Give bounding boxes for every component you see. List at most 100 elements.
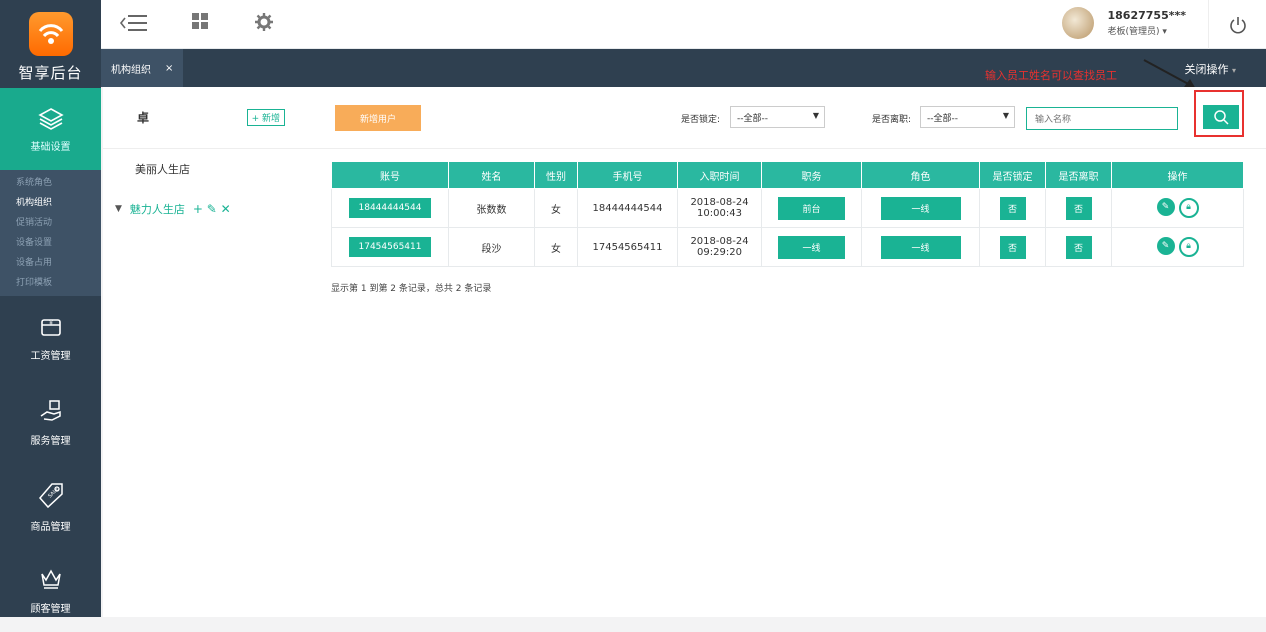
collapse-menu-icon[interactable] xyxy=(119,12,149,37)
new-user-button[interactable]: 新增用户 xyxy=(335,105,421,131)
org-tree-panel: 卓 + 新增 美丽人生店 ▼ 魅力人生店 + ✎ ✕ xyxy=(103,87,299,617)
menu-service-label: 服务管理 xyxy=(30,435,71,447)
job-button[interactable]: 一线 xyxy=(778,235,845,259)
tab-organization-label: 机构组织 xyxy=(111,64,151,76)
submenu-item-device-settings[interactable]: 设备设置 xyxy=(0,233,101,253)
lock-icon[interactable]: 🔒︎ xyxy=(1178,198,1199,218)
locked-filter-select[interactable]: --全部-- ▼ xyxy=(730,106,825,128)
col-account[interactable]: 账号 xyxy=(331,161,449,189)
menu-basic-settings-label: 基础设置 xyxy=(30,141,71,153)
submenu-item-print-templates[interactable]: 打印模板 xyxy=(0,273,101,293)
locked-filter-value: --全部-- xyxy=(737,114,768,124)
filter-toolbar: 新增用户 是否锁定: --全部-- ▼ 是否离职: --全部-- ▼ xyxy=(299,87,1266,149)
chevron-down-icon: ▼ xyxy=(1002,111,1009,120)
edit-icon[interactable]: ✎ xyxy=(1156,198,1175,216)
col-gender[interactable]: 性别 xyxy=(534,161,578,189)
left-filter-value: --全部-- xyxy=(927,114,958,124)
cell-name: 张数数 xyxy=(448,188,535,228)
col-job[interactable]: 职务 xyxy=(761,161,862,189)
pagination-summary: 显示第 1 到第 2 条记录，总共 2 条记录 xyxy=(331,284,492,294)
locked-button[interactable]: 否 xyxy=(999,196,1026,220)
sale-tag-icon: SALE xyxy=(38,482,63,508)
table-row: 17454565411 段沙 女 17454565411 2018-08-24 0… xyxy=(331,227,1244,267)
menu-customers[interactable]: 顾客管理 xyxy=(0,548,101,632)
close-tab-icon[interactable]: × xyxy=(165,63,173,74)
locked-button[interactable]: 否 xyxy=(999,235,1026,259)
cell-hire-date: 2018-08-24 09:29:20 xyxy=(677,227,762,267)
chevron-down-icon: ▾ xyxy=(1231,66,1236,75)
menu-products[interactable]: SALE 商品管理 xyxy=(0,464,101,548)
cell-gender: 女 xyxy=(534,227,578,267)
lock-icon[interactable]: 🔒︎ xyxy=(1178,237,1199,257)
col-role[interactable]: 角色 xyxy=(861,161,980,189)
edit-icon[interactable]: ✎ xyxy=(1156,237,1175,255)
locked-filter-label: 是否锁定: xyxy=(681,115,721,125)
col-actions: 操作 xyxy=(1111,161,1244,189)
cell-phone: 18444444544 xyxy=(577,188,678,228)
menu-products-label: 商品管理 xyxy=(30,521,71,533)
job-button[interactable]: 前台 xyxy=(778,196,845,220)
left-filter-select[interactable]: --全部-- ▼ xyxy=(920,106,1015,128)
table-header-row: 账号 姓名 性别 手机号 入职时间 职务 角色 是否锁定 是否离职 操作 xyxy=(331,161,1244,189)
submenu-item-promotions[interactable]: 促销活动 xyxy=(0,213,101,233)
col-phone[interactable]: 手机号 xyxy=(577,161,678,189)
hire-time: 09:29:20 xyxy=(697,247,742,258)
tab-organization[interactable]: 机构组织 × xyxy=(101,49,183,87)
caret-down-icon: ▼ xyxy=(115,204,122,214)
left-button[interactable]: 否 xyxy=(1065,235,1092,259)
top-bar: 18627755*** 老板(管理员) ▾ xyxy=(101,0,1266,49)
col-left[interactable]: 是否离职 xyxy=(1045,161,1112,189)
submenu-item-organization[interactable]: 机构组织 xyxy=(0,193,101,213)
tree-header: 卓 + 新增 xyxy=(103,87,299,149)
power-icon xyxy=(1229,16,1246,33)
user-menu[interactable]: 18627755*** 老板(管理员) ▾ xyxy=(1061,7,1186,39)
menu-customers-label: 顾客管理 xyxy=(30,603,71,615)
account-button[interactable]: 18444444544 xyxy=(349,198,431,218)
main-content: 新增用户 是否锁定: --全部-- ▼ 是否离职: --全部-- ▼ 账号 姓名 性… xyxy=(299,87,1266,617)
wallet-icon: ¥ xyxy=(40,318,61,336)
search-icon xyxy=(1214,110,1229,125)
avatar xyxy=(1061,7,1094,39)
hand-service-icon xyxy=(40,399,61,421)
grid-icon[interactable] xyxy=(191,12,209,33)
cell-name: 段沙 xyxy=(448,227,535,267)
col-locked[interactable]: 是否锁定 xyxy=(979,161,1046,189)
left-filter-label: 是否离职: xyxy=(872,115,912,125)
user-role: 老板(管理员) ▾ xyxy=(1107,27,1167,37)
employee-table: 账号 姓名 性别 手机号 入职时间 职务 角色 是否锁定 是否离职 操作 184… xyxy=(331,161,1244,267)
menu-salary-label: 工资管理 xyxy=(30,350,71,362)
gear-icon[interactable] xyxy=(254,12,274,35)
submenu-item-device-usage[interactable]: 设备占用 xyxy=(0,253,101,273)
hire-date: 2018-08-24 xyxy=(690,236,749,247)
role-button[interactable]: 一线 xyxy=(880,196,961,220)
menu-basic-settings[interactable]: 基础设置 xyxy=(0,88,101,170)
logo-text: 智享后台 xyxy=(18,64,83,82)
hire-date: 2018-08-24 xyxy=(690,197,749,208)
left-button[interactable]: 否 xyxy=(1065,196,1092,220)
logout-button[interactable] xyxy=(1208,0,1266,49)
col-name[interactable]: 姓名 xyxy=(448,161,535,189)
account-button[interactable]: 17454565411 xyxy=(349,237,431,257)
annotation-highlight-box xyxy=(1194,90,1244,137)
tree-title: 卓 xyxy=(137,111,150,125)
role-button[interactable]: 一线 xyxy=(880,235,961,259)
chevron-down-icon: ▼ xyxy=(812,111,819,120)
submenu: 系统角色 机构组织 促销活动 设备设置 设备占用 打印模板 xyxy=(0,170,101,296)
svg-text:¥: ¥ xyxy=(49,320,53,327)
menu-salary[interactable]: ¥ 工资管理 xyxy=(0,296,101,380)
wifi-logo-icon xyxy=(28,12,73,56)
cell-hire-date: 2018-08-24 10:00:43 xyxy=(677,188,762,228)
cell-phone: 17454565411 xyxy=(577,227,678,267)
name-search-input[interactable] xyxy=(1026,107,1178,130)
table-row: 18444444544 张数数 女 18444444544 2018-08-24… xyxy=(331,188,1244,228)
sidebar: 智享后台 基础设置 系统角色 机构组织 促销活动 设备设置 设备占用 打印模板 … xyxy=(0,0,101,617)
submenu-item-system-roles[interactable]: 系统角色 xyxy=(0,173,101,193)
col-hire-date[interactable]: 入职时间 xyxy=(677,161,762,189)
tree-node-store-1[interactable]: 美丽人生店 xyxy=(103,149,299,189)
search-button[interactable] xyxy=(1203,105,1239,129)
menu-service[interactable]: 服务管理 xyxy=(0,380,101,464)
tree-node-actions[interactable]: + ✎ ✕ xyxy=(193,202,231,216)
add-org-button[interactable]: + 新增 xyxy=(246,109,285,126)
tree-node-store-2[interactable]: ▼ 魅力人生店 + ✎ ✕ xyxy=(103,189,299,229)
tree-node-store-2-label: 魅力人生店 xyxy=(129,203,185,216)
